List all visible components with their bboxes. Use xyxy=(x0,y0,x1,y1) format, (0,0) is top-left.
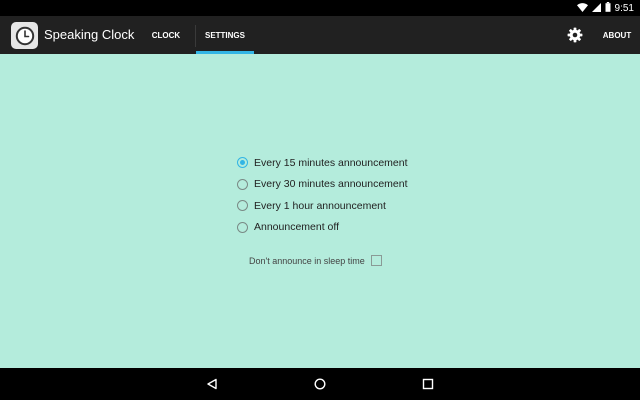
sleep-time-checkbox[interactable] xyxy=(370,255,382,266)
radio-label: Announcement off xyxy=(254,221,340,234)
clock-icon xyxy=(11,22,38,49)
radio-label: Every 30 minutes announcement xyxy=(254,178,408,191)
radio-every-30-minutes[interactable]: Every 30 minutes announcement xyxy=(237,174,408,196)
radio-button[interactable] xyxy=(237,200,248,212)
home-icon[interactable] xyxy=(311,375,329,393)
wifi-icon xyxy=(576,0,588,17)
announcement-radio-group: Every 15 minutes announcement Every 30 m… xyxy=(237,152,408,238)
radio-announcement-off[interactable]: Announcement off xyxy=(237,217,408,239)
radio-label: Every 15 minutes announcement xyxy=(254,156,408,169)
status-icons: 9:51 xyxy=(576,0,634,17)
sleep-time-option[interactable]: Don't announce in sleep time xyxy=(249,255,382,266)
settings-panel: Every 15 minutes announcement Every 30 m… xyxy=(0,54,640,368)
tab-clock[interactable]: CLOCK xyxy=(140,16,192,54)
radio-button[interactable] xyxy=(237,221,248,233)
radio-every-1-hour[interactable]: Every 1 hour announcement xyxy=(237,195,408,217)
battery-icon xyxy=(605,0,611,17)
radio-button[interactable] xyxy=(237,178,248,190)
radio-label: Every 1 hour announcement xyxy=(254,199,386,212)
status-time: 9:51 xyxy=(614,2,634,14)
radio-every-15-minutes[interactable]: Every 15 minutes announcement xyxy=(237,152,408,174)
radio-button-checked[interactable] xyxy=(237,157,248,169)
about-button[interactable]: ABOUT xyxy=(600,16,634,54)
recents-icon[interactable] xyxy=(419,375,437,393)
app-title: Speaking Clock xyxy=(44,27,135,42)
status-bar: 9:51 xyxy=(0,0,640,16)
signal-icon xyxy=(591,0,601,17)
back-icon[interactable] xyxy=(203,375,221,393)
sleep-time-label: Don't announce in sleep time xyxy=(249,255,365,266)
navigation-bar xyxy=(0,368,640,400)
gear-icon[interactable] xyxy=(566,26,584,44)
tab-settings[interactable]: SETTINGS xyxy=(196,16,254,54)
app-bar: Speaking Clock CLOCK SETTINGS ABOUT xyxy=(0,16,640,54)
